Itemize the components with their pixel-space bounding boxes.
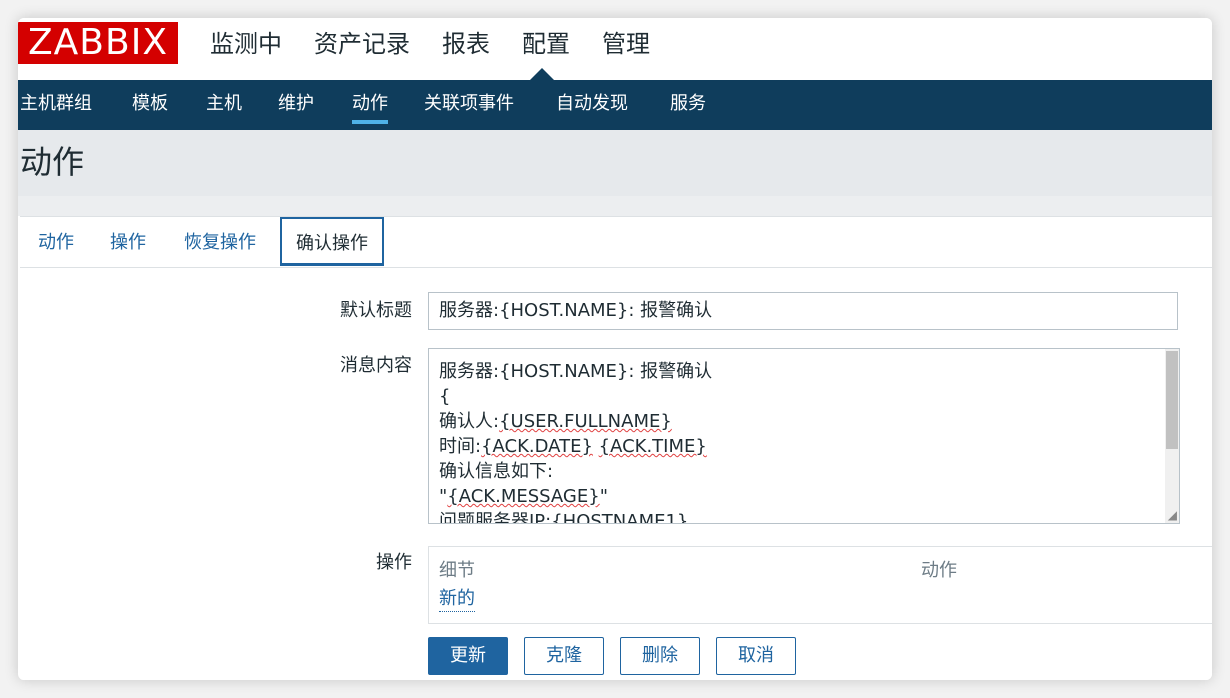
cancel-button[interactable]: 取消 [716,637,796,675]
macro-ack-time: {ACK.TIME} [598,436,707,457]
subnav-actions[interactable]: 动作 [352,91,388,124]
subnav-hosts[interactable]: 主机 [206,91,242,117]
macro-ack-message: {ACK.MESSAGE} [447,486,600,507]
macro-user-fullname: {USER.FULLNAME} [499,411,672,432]
macro-ack-date: {ACK.DATE} [481,436,593,457]
subnav-templates[interactable]: 模板 [132,91,168,117]
subnav-host-groups[interactable]: 主机群组 [20,91,92,117]
operations-header-details: 细节 [439,560,475,581]
page-title: 动作 [20,143,85,181]
top-menu-inventory[interactable]: 资产记录 [314,26,410,62]
scrollbar-thumb[interactable] [1166,351,1178,449]
tab-recovery-operations[interactable]: 恢复操作 [184,231,256,255]
message-text: 服务器:{HOST.NAME}: 报警确认 { 确认人:{USER.FULLNA… [429,359,713,524]
message-line: 确认人:{USER.FULLNAME} [429,409,712,434]
message-line: 服务器:{HOST.NAME}: 报警确认 [439,361,713,382]
message-textarea[interactable]: 服务器:{HOST.NAME}: 报警确认 { 确认人:{USER.FULLNA… [428,348,1180,524]
tab-action[interactable]: 动作 [38,231,74,255]
subnav-event-correlation[interactable]: 关联项事件 [424,91,514,117]
message-line: 确认信息如下: [439,461,554,482]
new-operation-link[interactable]: 新的 [439,587,475,612]
tab-operations[interactable]: 操作 [110,231,146,255]
message-line-prefix: 确认人: [439,411,500,432]
page-header: 动作 [18,130,1212,196]
app-window: ZABBIX 监测中 资产记录 报表 配置 管理 主机群组 模板 主机 维护 动… [18,18,1212,680]
update-button[interactable]: 更新 [428,637,508,675]
header-band [18,196,1212,216]
resize-handle-icon[interactable]: ◢ [1168,509,1177,521]
top-menu-configuration[interactable]: 配置 [522,26,570,62]
form-tabs: 动作 操作 恢复操作 确认操作 [20,217,1212,268]
top-menu-reports[interactable]: 报表 [442,26,490,62]
delete-button[interactable]: 删除 [620,637,700,675]
sub-navigation: 主机群组 模板 主机 维护 动作 关联项事件 自动发现 服务 [18,80,1212,130]
message-line: 时间:{ACK.DATE} {ACK.TIME} [429,434,712,459]
top-menu: 监测中 资产记录 报表 配置 管理 [210,26,682,62]
message-label: 消息内容 [340,355,412,376]
top-menu-administration[interactable]: 管理 [602,26,650,62]
textarea-scrollbar[interactable] [1165,349,1179,523]
clone-button[interactable]: 克隆 [524,637,604,675]
operations-header-action: 动作 [921,560,957,581]
active-menu-caret-icon [530,68,554,80]
message-line: 问题服务器IP:{HOSTNAME1} [439,511,689,524]
action-form-card: 动作 操作 恢复操作 确认操作 默认标题 服务器:{HOST.NAME}: 报警… [20,216,1212,680]
subnav-services[interactable]: 服务 [670,91,706,117]
default-subject-input[interactable]: 服务器:{HOST.NAME}: 报警确认 [428,292,1178,330]
zabbix-logo[interactable]: ZABBIX [18,22,178,64]
message-line-prefix: 时间: [439,436,482,457]
operations-table: 细节 动作 新的 [428,546,1212,624]
subnav-maintenance[interactable]: 维护 [278,91,314,117]
tab-acknowledge-operations[interactable]: 确认操作 [280,217,384,266]
message-line: { [439,386,451,407]
default-subject-label: 默认标题 [340,300,412,321]
message-line: "{ACK.MESSAGE}" [439,486,608,507]
subnav-discovery[interactable]: 自动发现 [556,91,628,117]
top-menu-monitoring[interactable]: 监测中 [210,26,282,62]
operations-label: 操作 [376,552,412,573]
top-header: ZABBIX 监测中 资产记录 报表 配置 管理 [18,18,1212,80]
